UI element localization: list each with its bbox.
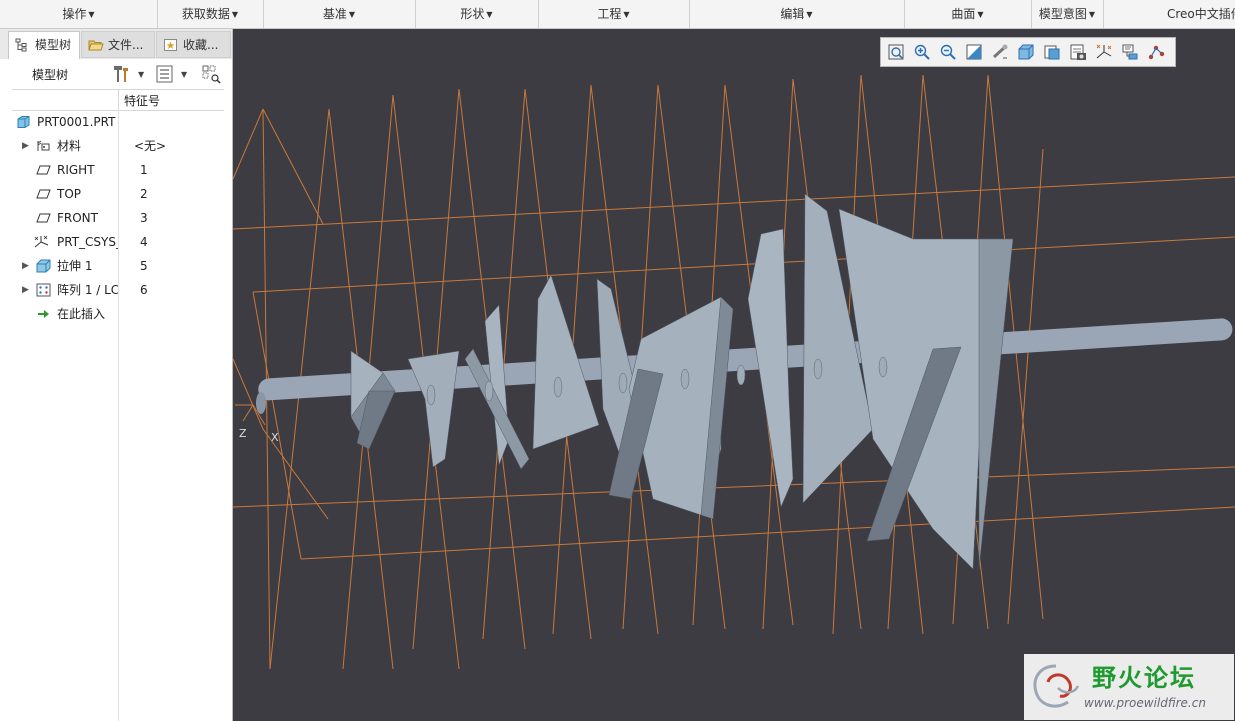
ribbon-group-bar: 操作 ▼ 获取数据 ▼ 基准 ▼ 形状 ▼ 工程 ▼ 编辑 ▼ 曲面 ▼ 模型意图 ▼ Creo… bbox=[0, 0, 1235, 29]
tab-folder-browser[interactable]: 文件... bbox=[81, 31, 155, 58]
navigator-tabs: 模型树 文件... 收藏... bbox=[0, 29, 232, 60]
zoom-out-icon[interactable] bbox=[939, 43, 957, 61]
favorites-icon bbox=[164, 39, 177, 51]
feature-number-column-header[interactable]: 特征号 bbox=[124, 92, 160, 109]
ribbon-group-operations[interactable]: 操作 ▼ bbox=[0, 0, 158, 28]
folder-icon bbox=[88, 40, 104, 51]
datum-plane-icon bbox=[36, 165, 51, 175]
show-dropdown-icon[interactable]: ▼ bbox=[181, 70, 187, 79]
tree-item-pattern[interactable]: ▶ 阵列 1 / LC 6 bbox=[0, 278, 232, 302]
tree-column-header: 特征号 bbox=[12, 89, 224, 111]
graphics-viewport[interactable]: Z X bbox=[233, 29, 1235, 721]
dropdown-arrow-icon: ▼ bbox=[977, 10, 984, 19]
ribbon-group-datum[interactable]: 基准 ▼ bbox=[263, 0, 416, 28]
ribbon-group-surfaces[interactable]: 曲面 ▼ bbox=[904, 0, 1032, 28]
csys-x-label: X bbox=[271, 431, 279, 444]
tree-item-extrude[interactable]: ▶ 拉伸 1 5 bbox=[0, 254, 232, 278]
watermark: 野火论坛 www.proewildfire.cn bbox=[1024, 654, 1234, 720]
saved-orientations-icon[interactable] bbox=[1043, 43, 1061, 61]
graphics-toolbar bbox=[880, 37, 1176, 67]
repaint-icon[interactable] bbox=[965, 43, 983, 61]
csys-icon bbox=[34, 235, 49, 248]
navigator-panel: 模型树 文件... 收藏... 模型树 ▼ ▼ 特征号 PRT0001.PRT … bbox=[0, 29, 233, 721]
filter-icon[interactable] bbox=[200, 63, 222, 85]
pattern-icon bbox=[36, 283, 51, 297]
ribbon-group-shapes[interactable]: 形状 ▼ bbox=[415, 0, 539, 28]
datum-plane-icon bbox=[36, 213, 51, 223]
dropdown-arrow-icon: ▼ bbox=[231, 10, 239, 19]
watermark-logo bbox=[1033, 664, 1080, 708]
tree-item-part[interactable]: PRT0001.PRT bbox=[0, 110, 232, 134]
settings-tools-icon[interactable] bbox=[110, 63, 132, 85]
watermark-url: www.proewildfire.cn bbox=[1084, 696, 1206, 710]
dropdown-arrow-icon: ▼ bbox=[88, 10, 95, 19]
tree-item-csys[interactable]: PRT_CSYS_ 4 bbox=[0, 230, 232, 254]
model-tree-label: 模型树 bbox=[32, 68, 69, 82]
refit-icon[interactable] bbox=[887, 43, 905, 61]
dropdown-arrow-icon: ▼ bbox=[806, 10, 813, 19]
expand-arrow-icon[interactable]: ▶ bbox=[22, 134, 29, 158]
model-graphics[interactable]: Z X bbox=[233, 29, 1235, 721]
tree-item-front[interactable]: FRONT 3 bbox=[0, 206, 232, 230]
sketch-display-icon[interactable] bbox=[1147, 43, 1165, 61]
tree-icon bbox=[15, 38, 27, 52]
tab-favorites[interactable]: 收藏... bbox=[156, 31, 231, 58]
expand-arrow-icon[interactable]: ▶ bbox=[22, 278, 29, 302]
tree-item-insert-here[interactable]: 在此插入 bbox=[0, 302, 232, 326]
extrude-icon bbox=[36, 259, 51, 273]
spin-center-icon[interactable] bbox=[991, 43, 1009, 61]
ribbon-group-editing[interactable]: 编辑 ▼ bbox=[689, 0, 905, 28]
material-icon bbox=[37, 140, 50, 151]
expand-arrow-icon[interactable]: ▶ bbox=[22, 254, 29, 278]
datum-plane-icon bbox=[36, 189, 51, 199]
zoom-in-icon[interactable] bbox=[913, 43, 931, 61]
display-style-icon[interactable] bbox=[1017, 43, 1035, 61]
csys-z-label: Z bbox=[239, 427, 247, 440]
shaft bbox=[256, 318, 1233, 414]
insert-arrow-icon bbox=[38, 310, 49, 318]
view-manager-icon[interactable] bbox=[1069, 43, 1087, 61]
ribbon-group-model-intent[interactable]: 模型意图 ▼ bbox=[1031, 0, 1104, 28]
datum-display-icon[interactable] bbox=[1095, 43, 1113, 61]
dropdown-arrow-icon: ▼ bbox=[1088, 10, 1096, 19]
annotation-display-icon[interactable] bbox=[1121, 43, 1139, 61]
dropdown-arrow-icon: ▼ bbox=[486, 10, 493, 19]
dropdown-arrow-icon: ▼ bbox=[348, 10, 356, 19]
watermark-title: 野火论坛 bbox=[1092, 664, 1196, 692]
dropdown-arrow-icon: ▼ bbox=[623, 10, 630, 19]
tree-item-right[interactable]: RIGHT 1 bbox=[0, 158, 232, 182]
name-column-header[interactable] bbox=[12, 90, 119, 110]
ribbon-group-creo-plugin[interactable]: Creo中文插件 bbox=[1103, 0, 1235, 28]
ribbon-group-engineering[interactable]: 工程 ▼ bbox=[538, 0, 690, 28]
settings-dropdown-icon[interactable]: ▼ bbox=[138, 70, 144, 79]
tab-model-tree[interactable]: 模型树 bbox=[8, 31, 80, 60]
model-tree-toolbar: 模型树 ▼ ▼ bbox=[0, 59, 232, 89]
tree-item-top[interactable]: TOP 2 bbox=[0, 182, 232, 206]
tree-item-material[interactable]: ▶ 材料 <无> bbox=[0, 134, 232, 158]
part-icon bbox=[17, 116, 30, 128]
ribbon-group-get-data[interactable]: 获取数据 ▼ bbox=[157, 0, 264, 28]
show-list-icon[interactable] bbox=[154, 63, 176, 85]
